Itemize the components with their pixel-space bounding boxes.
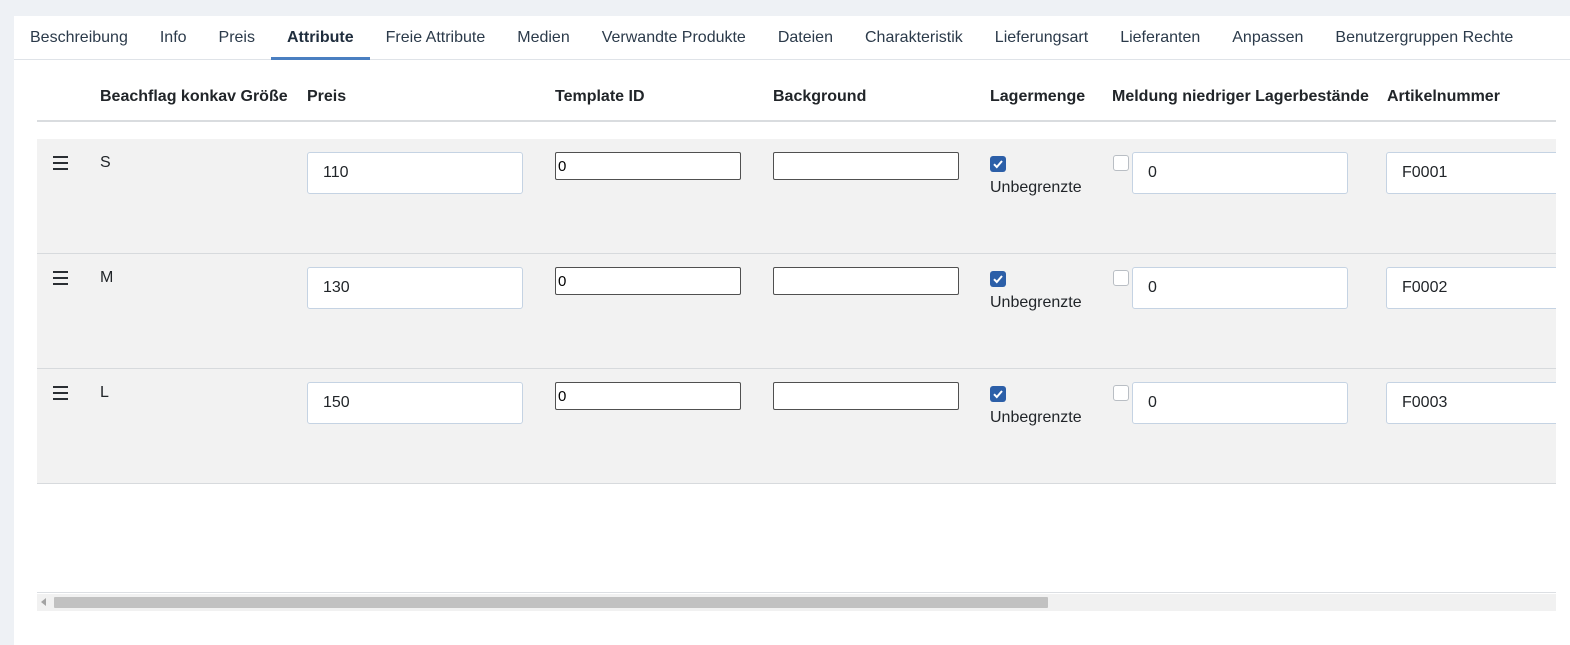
size-label: L [100,384,109,401]
tab-freie-attribute[interactable]: Freie Attribute [370,16,502,59]
column-header-sku: Artikelnummer [1387,88,1500,105]
table-row: S Unbegrenzte [37,139,1556,254]
sku-input[interactable] [1386,267,1556,309]
low-stock-input[interactable] [1132,267,1348,309]
size-label: M [100,269,114,286]
tab-dateien[interactable]: Dateien [762,16,849,59]
unlimited-label: Unbegrenzte [990,294,1082,311]
drag-handle-icon[interactable] [53,386,68,400]
tab-beschreibung[interactable]: Beschreibung [14,16,144,59]
tab-verwandte-produkte[interactable]: Verwandte Produkte [586,16,762,59]
low-stock-checkbox[interactable] [1113,385,1129,401]
table-row: M Unbegrenzte [37,254,1556,369]
tab-benutzergruppen-rechte[interactable]: Benutzergruppen Rechte [1319,16,1529,59]
low-stock-input[interactable] [1132,382,1348,424]
drag-handle-icon[interactable] [53,271,68,285]
tab-preis[interactable]: Preis [203,16,271,59]
column-header-background: Background [773,88,867,105]
price-input[interactable] [307,152,523,194]
tab-lieferanten[interactable]: Lieferanten [1104,16,1216,59]
column-header-size: Beachflag konkav Größe [100,88,288,105]
tab-charakteristik[interactable]: Charakteristik [849,16,979,59]
tab-medien[interactable]: Medien [501,16,585,59]
drag-handle-icon[interactable] [53,156,68,170]
background-input[interactable] [773,382,959,410]
price-input[interactable] [307,267,523,309]
column-header-stock: Lagermenge [990,88,1086,105]
unlimited-label: Unbegrenzte [990,409,1082,426]
sku-input[interactable] [1386,152,1556,194]
unlimited-checkbox[interactable] [990,386,1006,402]
horizontal-scrollbar[interactable] [37,594,1556,611]
low-stock-input[interactable] [1132,152,1348,194]
checkmark-icon [993,275,1003,284]
tab-anpassen[interactable]: Anpassen [1216,16,1319,59]
unlimited-label: Unbegrenzte [990,179,1082,196]
low-stock-checkbox[interactable] [1113,270,1129,286]
attribute-table: Beachflag konkav Größe Preis Template ID… [37,60,1556,593]
checkmark-icon [993,390,1003,399]
low-stock-checkbox[interactable] [1113,155,1129,171]
tab-bar: Beschreibung Info Preis Attribute Freie … [14,16,1570,60]
table-row: L Unbegrenzte [37,369,1556,484]
column-header-template-id: Template ID [555,88,645,105]
unlimited-checkbox[interactable] [990,156,1006,172]
tab-info[interactable]: Info [144,16,203,59]
tab-attribute[interactable]: Attribute [270,16,370,60]
checkmark-icon [993,160,1003,169]
scrollbar-thumb[interactable] [54,597,1048,608]
template-id-input[interactable] [555,152,741,180]
size-label: S [100,154,111,171]
scroll-left-arrow-icon[interactable] [41,598,46,606]
background-input[interactable] [773,267,959,295]
background-input[interactable] [773,152,959,180]
price-input[interactable] [307,382,523,424]
column-header-price: Preis [307,88,347,105]
table-header: Beachflag konkav Größe Preis Template ID… [37,60,1556,122]
unlimited-checkbox[interactable] [990,271,1006,287]
sku-input[interactable] [1386,382,1556,424]
column-header-low-stock: Meldung niedriger Lagerbestände [1112,88,1369,105]
template-id-input[interactable] [555,382,741,410]
tab-lieferungsart[interactable]: Lieferungsart [979,16,1104,59]
template-id-input[interactable] [555,267,741,295]
